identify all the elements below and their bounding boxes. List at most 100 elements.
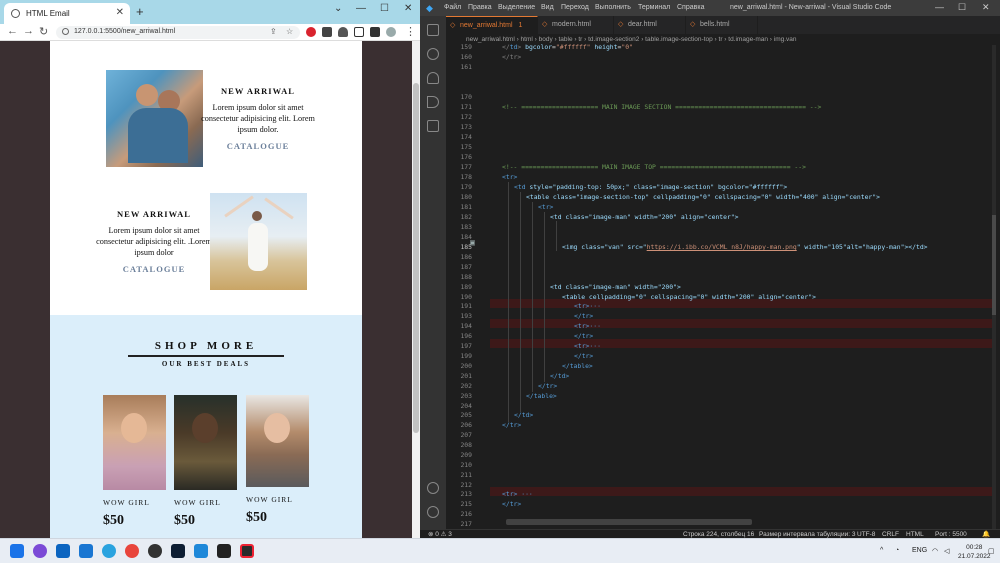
- bookmark-star-icon[interactable]: ☆: [286, 27, 293, 36]
- forward-icon[interactable]: →: [23, 25, 34, 37]
- extension-red-icon[interactable]: [306, 27, 316, 37]
- menu-terminal[interactable]: Терминал: [638, 4, 670, 11]
- menu-run[interactable]: Выполнить: [595, 4, 631, 11]
- tab-modern[interactable]: ◇ modern.html: [538, 16, 614, 34]
- code-line: <tr> ···: [502, 490, 533, 498]
- viber-icon[interactable]: [33, 544, 47, 558]
- minimize-button[interactable]: —: [356, 3, 366, 14]
- tray-overflow-icon[interactable]: ^: [880, 547, 883, 554]
- line-number: 171: [460, 103, 472, 111]
- menu-go[interactable]: Переход: [561, 4, 589, 11]
- tab-search-icon[interactable]: [354, 27, 364, 37]
- window-title: new_arriwal.html - New-arriwal - Visual …: [730, 4, 892, 11]
- taskbar-clock[interactable]: 00:28 21.07.2022: [958, 543, 991, 561]
- tab-close-icon[interactable]: ✕: [116, 7, 124, 18]
- mail-icon[interactable]: [79, 544, 93, 558]
- line-number: 172: [460, 113, 472, 121]
- chrome-icon[interactable]: [125, 544, 139, 558]
- catalogue-link[interactable]: CATALOGUE: [198, 141, 318, 151]
- diff-highlight: [490, 339, 996, 348]
- vscode-taskbar-icon[interactable]: [194, 544, 208, 558]
- explorer-icon[interactable]: [427, 24, 439, 36]
- minimize-button[interactable]: —: [935, 2, 944, 12]
- tab-new-arriwal[interactable]: ◇ new_arriwal.html 1: [446, 16, 538, 34]
- app-icon[interactable]: [240, 544, 254, 558]
- product-price: $50: [103, 513, 124, 528]
- wifi-icon[interactable]: ◠: [932, 547, 938, 555]
- back-icon[interactable]: ←: [7, 25, 18, 37]
- language-indicator[interactable]: ENG: [912, 547, 927, 554]
- line-number: 213: [460, 490, 472, 498]
- extension-dark-icon[interactable]: [322, 27, 332, 37]
- line-number: 160: [460, 53, 472, 61]
- account-icon[interactable]: [427, 482, 439, 494]
- line-number: 207: [460, 431, 472, 439]
- chevron-down-icon[interactable]: ⌄: [334, 3, 342, 14]
- html-file-icon: ◇: [690, 21, 696, 28]
- photoshop-icon[interactable]: [171, 544, 185, 558]
- tab-label: new_arriwal.html: [460, 22, 513, 29]
- menu-selection[interactable]: Выделение: [498, 4, 535, 11]
- tab-dear[interactable]: ◇ dear.html: [614, 16, 686, 34]
- close-window-button[interactable]: ✕: [404, 3, 412, 14]
- horizontal-scrollbar[interactable]: [506, 519, 752, 525]
- run-debug-icon[interactable]: [427, 96, 439, 108]
- code-editor[interactable]: 159 160 161 170 171 172 173 174 175 176 177 178 179 1…: [446, 43, 1000, 529]
- source-control-icon[interactable]: [427, 72, 439, 84]
- browser-tab[interactable]: HTML Email ✕: [4, 3, 130, 24]
- close-window-button[interactable]: ✕: [982, 2, 990, 13]
- code-line: </table>: [526, 392, 557, 400]
- tab-bells[interactable]: ◇ bells.html: [686, 16, 758, 34]
- obs-icon[interactable]: [148, 544, 162, 558]
- line-number: 217: [460, 520, 472, 528]
- extensions-icon[interactable]: [427, 120, 439, 132]
- code-line: <table class="image-section-top" cellpad…: [526, 193, 880, 201]
- product-card[interactable]: WOW GIRL $50: [174, 395, 238, 529]
- windows-taskbar: ^ ◔ ENG ◠ ◁ 00:28 21.07.2022 ▢: [0, 538, 1000, 563]
- code-line: <tr>···: [574, 342, 601, 350]
- figma-icon[interactable]: [217, 544, 231, 558]
- line-number: 170: [460, 93, 472, 101]
- catalogue-link[interactable]: CATALOGUE: [94, 264, 214, 274]
- shop-more-title: SHOP MORE: [154, 340, 258, 352]
- menu-edit[interactable]: Правка: [468, 4, 492, 11]
- line-number: 199: [460, 352, 472, 360]
- product-card[interactable]: WOW GIRL $50: [246, 395, 310, 526]
- product-image: [246, 395, 309, 487]
- line-number: 174: [460, 133, 472, 141]
- network-icon[interactable]: ◔: [895, 547, 899, 554]
- search-icon[interactable]: [427, 48, 439, 60]
- product-card[interactable]: WOW GIRL $50: [103, 395, 167, 529]
- info-icon[interactable]: [62, 28, 69, 35]
- clock-time: 00:28: [966, 544, 983, 551]
- settings-gear-icon[interactable]: [427, 506, 439, 518]
- kebab-menu-icon[interactable]: ⋮: [405, 25, 416, 38]
- line-number: 189: [460, 283, 472, 291]
- sidebar-icon[interactable]: [370, 27, 380, 37]
- address-bar[interactable]: 127.0.0.1:5500/new_arriwal.html ⇪ ☆: [56, 26, 300, 39]
- reload-icon[interactable]: ↻: [39, 25, 48, 38]
- extensions-puzzle-icon[interactable]: [338, 27, 348, 37]
- volume-icon[interactable]: ◁: [944, 547, 949, 555]
- new-arrival-text-2: NEW ARRIWAL Lorem ipsum dolor sit amet c…: [94, 209, 214, 274]
- menu-view[interactable]: Вид: [541, 4, 554, 11]
- product-price: $50: [174, 513, 195, 528]
- maximize-button[interactable]: ☐: [958, 2, 966, 13]
- html-file-icon: ◇: [542, 21, 548, 28]
- menu-file[interactable]: Файл: [444, 4, 461, 11]
- share-icon[interactable]: ⇪: [270, 27, 277, 36]
- editor-scrollbar[interactable]: [992, 45, 996, 529]
- telegram-icon[interactable]: [102, 544, 116, 558]
- new-tab-button[interactable]: +: [136, 4, 144, 19]
- profile-avatar-icon[interactable]: [386, 27, 396, 37]
- page-scrollbar[interactable]: [412, 41, 420, 538]
- image-preview-icon[interactable]: ▣: [470, 238, 475, 247]
- line-number: 193: [460, 312, 472, 320]
- outlook-icon[interactable]: [56, 544, 70, 558]
- start-windows-icon[interactable]: [10, 544, 24, 558]
- menu-help[interactable]: Справка: [677, 4, 704, 11]
- notifications-icon[interactable]: ▢: [988, 547, 995, 555]
- product-name: WOW GIRL: [174, 498, 221, 507]
- maximize-button[interactable]: ☐: [380, 3, 389, 14]
- line-number: 176: [460, 153, 472, 161]
